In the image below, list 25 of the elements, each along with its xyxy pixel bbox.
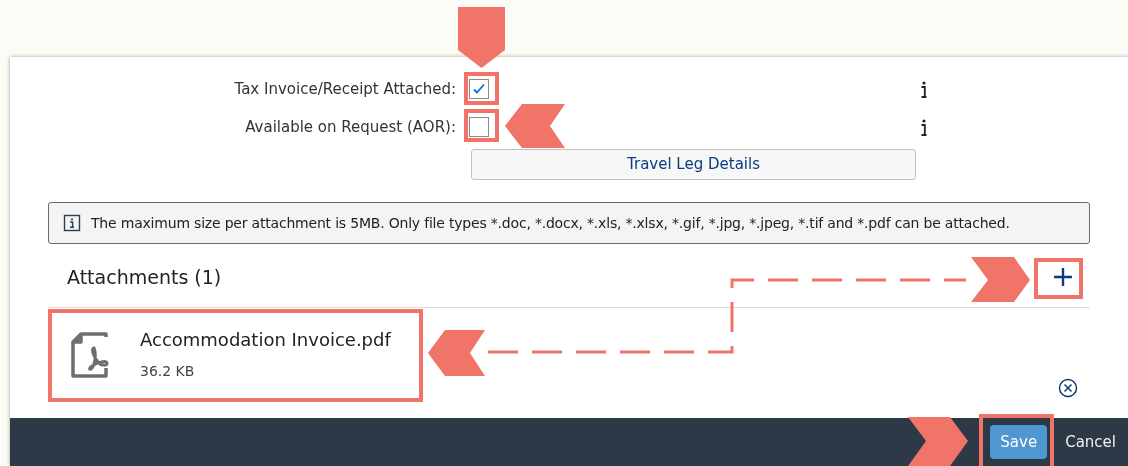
annotation-arrow [428, 330, 485, 376]
file-name: Accommodation Invoice.pdf [140, 328, 391, 352]
annotation-arrow [458, 7, 505, 68]
highlight-frame [1034, 258, 1083, 299]
info-icon [63, 214, 81, 232]
delete-icon[interactable] [1058, 378, 1078, 398]
annotation-arrow [908, 417, 968, 466]
travel-leg-details-button[interactable]: Travel Leg Details [471, 149, 916, 180]
annotation-arrow [505, 104, 565, 148]
checkbox[interactable] [469, 79, 489, 99]
highlight-frame [464, 72, 499, 105]
annotation-arrow [971, 257, 1030, 302]
attachments-title: Attachments (1) [67, 264, 222, 290]
highlight-frame [464, 109, 499, 142]
cancel-button[interactable]: Cancel [1065, 425, 1116, 459]
check-icon [472, 82, 486, 96]
file-size: 36.2 KB [140, 362, 196, 381]
info-icon[interactable] [921, 118, 927, 136]
checkbox[interactable] [469, 117, 489, 137]
field-label: Tax Invoice/Receipt Attached: [233, 78, 457, 100]
add-icon[interactable] [1052, 266, 1074, 288]
info-icon[interactable] [921, 80, 927, 98]
field-label: Available on Request (AOR): [244, 116, 457, 138]
info-message-text: The maximum size per attachment is 5MB. Only file types *.doc, *.docx, *.xls, *.xlsx, *.gif, *.jpg, *.jpeg, *.tif and *.pdf can be attached. [91, 213, 1010, 233]
attachment-item[interactable]: Accommodation Invoice.pdf 36.2 KB [10, 308, 1128, 400]
